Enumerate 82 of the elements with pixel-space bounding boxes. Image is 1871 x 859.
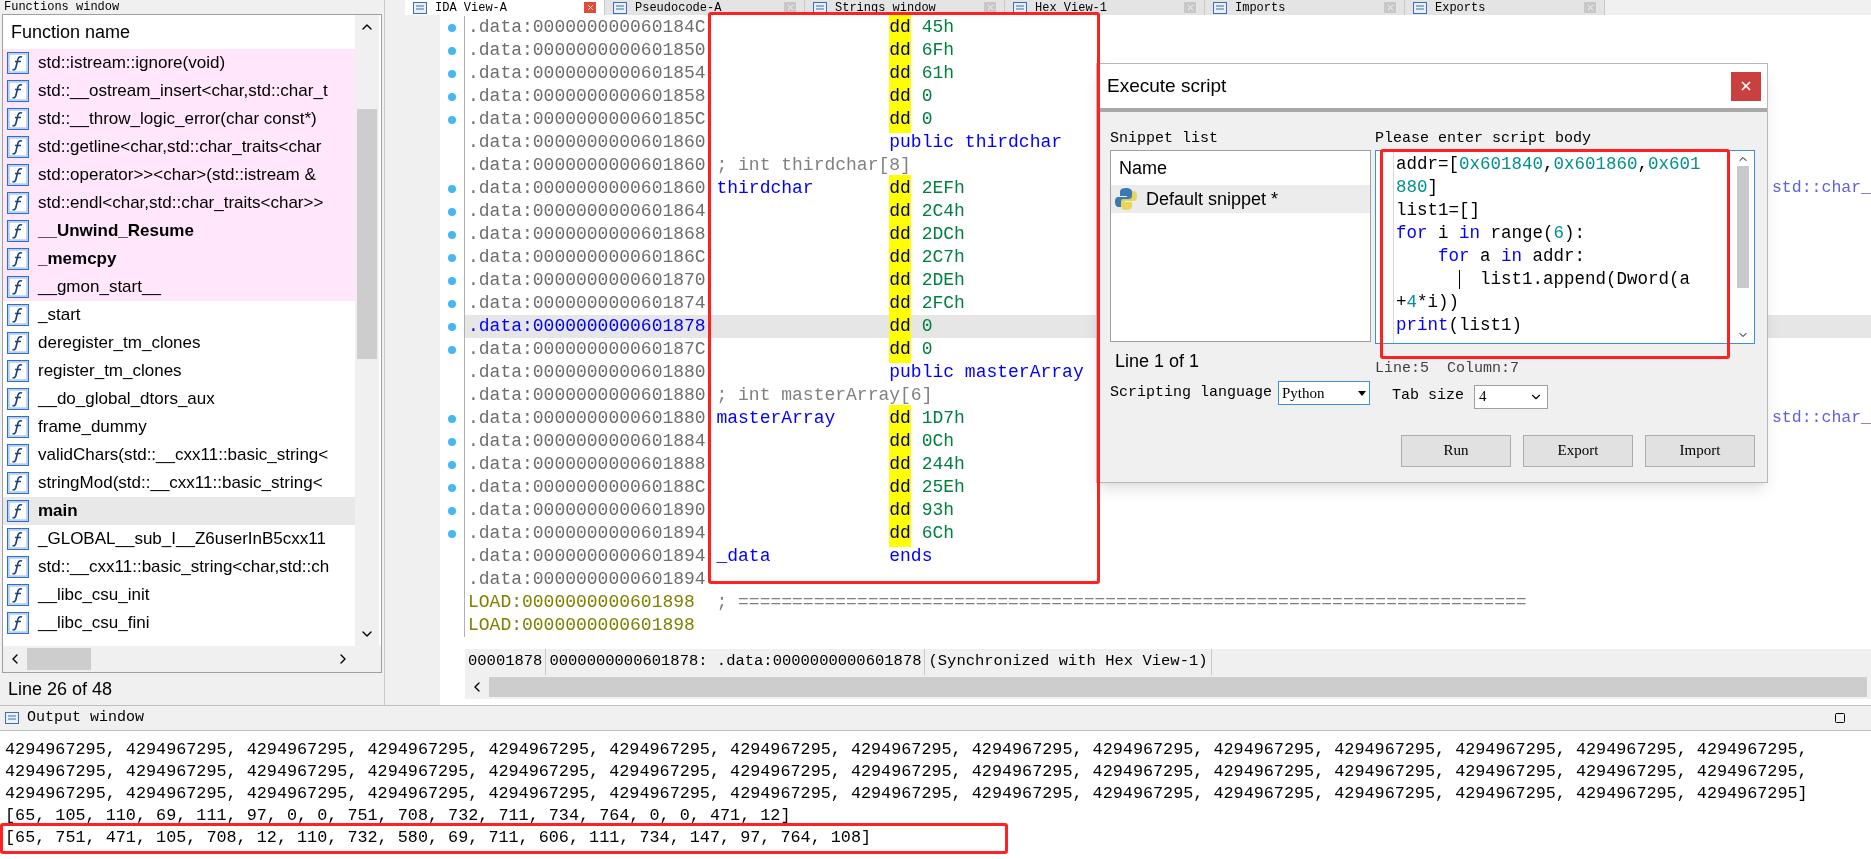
output-line: 4294967295, 4294967295, 4294967295, 4294967295, 4294967295, 4294967295, 4294967295, 4294967295, 4294967295, 4294967295, 4294967295, 4294967295, 4294967295, 4294967295, 4294967295] [5,784,1808,803]
field-label: Scripting language [1110,382,1273,403]
operand: 0 [921,108,933,131]
comment: ; int thirdchar[8] [716,154,911,177]
operand: 0Ch [921,430,955,453]
mnemonic: ends [889,545,933,568]
code-line: addr=[0x601840,0x601860,0x601 [1396,153,1702,176]
dialog-title: Execute script [1107,73,1227,98]
address: .data:0000000000601884 [467,430,706,453]
label: thirdchar [716,178,814,198]
code-line: for a in addr: [1437,245,1587,268]
code-line: 880] [1396,176,1440,199]
mnemonic: public [889,131,955,154]
address: .data:0000000000601880 [467,407,706,430]
address: .data:0000000000601878 [467,315,706,338]
address: .data:0000000000601860 [467,177,706,200]
address: .data:000000000060188C [467,476,706,499]
output-line: [65, 105, 110, 69, 111, 97, 0, 0, 751, 708, 732, 711, 734, 764, 0, 0, 471, 12] [5,806,791,825]
code-line: list1=[] [1396,199,1481,222]
address: .data:0000000000601894 [467,545,706,568]
line-status: Line 26 of 48 [8,677,113,701]
address: .data:0000000000601880 [467,384,706,407]
cursor-position: Line:5 Column:7 [1375,359,1521,379]
code-line: list1.append(Dword(a [1396,268,1732,291]
address: .data:0000000000601888 [467,453,706,476]
address: .data:000000000060184C [467,16,706,39]
address: .data:0000000000601890 [467,499,706,522]
address: .data:0000000000601894 [467,522,706,545]
address: .data:0000000000601850 [467,39,706,62]
address: .data:0000000000601860 [467,131,706,154]
address: .data:0000000000601858 [467,85,706,108]
panel-title: Functions window [4,1,120,13]
operand: 2DEh [921,269,965,292]
operand: 6Fh [921,39,955,62]
operand: 2C7h [921,246,965,269]
panel-title: Output window [27,707,145,728]
operand: 2EFh [921,177,965,200]
operand: masterArray [964,361,1084,384]
code-line: print(list1) [1396,314,1524,337]
code-line: +4*i)) [1396,291,1461,314]
output-line: [65, 751, 471, 105, 708, 12, 110, 732, 580, 69, 711, 606, 111, 734, 147, 97, 764, 108] [5,828,872,847]
comment: ; int masterArray[6] [716,384,933,407]
address: .data:0000000000601854 [467,62,706,85]
label: _data [716,546,771,566]
field-label: Please enter script body [1375,129,1593,149]
operand: 2C4h [921,200,965,223]
address: .data:0000000000601874 [467,292,706,315]
address: .data:0000000000601880 [467,361,706,384]
mnemonic: public [889,361,955,384]
operand: 6Ch [921,522,955,545]
code-line: for i in range(6): [1396,222,1587,245]
output-line: 4294967295, 4294967295, 4294967295, 4294967295, 4294967295, 4294967295, 4294967295, 4294967295, 4294967295, 4294967295, 4294967295, 4294967295, 4294967295, 4294967295, 4294967295, [5,762,1808,781]
operand: 2FCh [921,292,965,315]
operand: 2DCh [921,223,965,246]
address: LOAD:0000000000601898 [467,591,696,614]
operand: 0 [921,315,933,338]
address: .data:0000000000601894 [467,568,706,591]
label: masterArray [716,408,836,428]
address: .data:0000000000601868 [467,223,706,246]
operand: 25Eh [921,476,965,499]
address: .data:0000000000601864 [467,200,706,223]
field-label: Tab size [1392,386,1464,407]
address: .data:000000000060187C [467,338,706,361]
line-status: Line 1 of 1 [1114,350,1201,373]
xref: std::char_ [1771,407,1871,430]
address: .data:0000000000601870 [467,269,706,292]
operand: thirdchar [964,131,1063,154]
address: LOAD:0000000000601898 [467,614,696,637]
address: .data:000000000060186C [467,246,706,269]
operand: 1D7h [921,407,965,430]
operand: 61h [921,62,955,85]
field-label: Snippet list [1110,129,1220,149]
operand: 93h [921,499,955,522]
xref: std::char_ [1771,177,1871,200]
output-line: 4294967295, 4294967295, 4294967295, 4294967295, 4294967295, 4294967295, 4294967295, 4294967295, 4294967295, 4294967295, 4294967295, 4294967295, 4294967295, 4294967295, 4294967295, [5,740,1808,759]
comment: ; ========================================================================= [716,591,1527,614]
address: .data:0000000000601860 [467,154,706,177]
address: .data:000000000060185C [467,108,706,131]
operand: 244h [921,453,965,476]
operand: 45h [921,16,955,39]
operand: 0 [921,85,933,108]
operand: 0 [921,338,933,361]
